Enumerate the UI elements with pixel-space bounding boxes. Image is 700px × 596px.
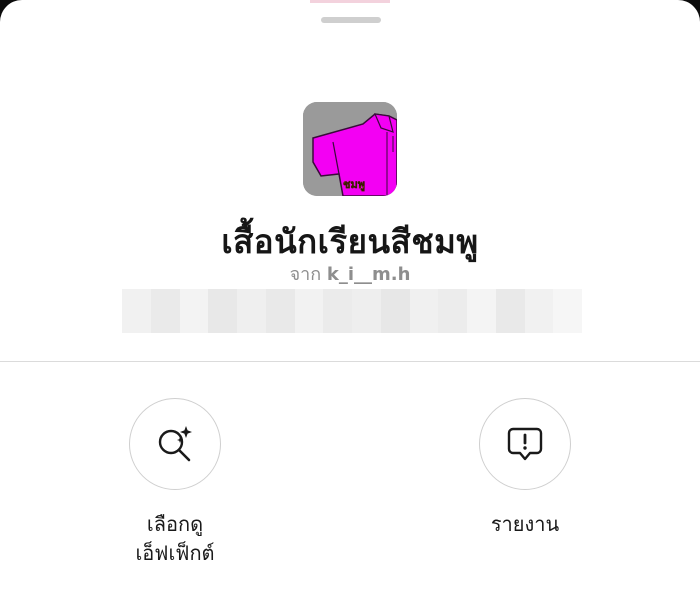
blurred-description <box>122 289 582 333</box>
browse-effects-button[interactable] <box>129 398 221 490</box>
report-speech-bubble-icon <box>507 427 543 461</box>
report-button[interactable] <box>479 398 571 490</box>
browse-effects-label: เลือกดู เอ็ฟเฟ็กต์ <box>135 512 215 565</box>
browse-effects-action[interactable]: เลือกดู เอ็ฟเฟ็กต์ <box>75 398 275 568</box>
section-divider <box>0 361 700 362</box>
creator-line: จาก k_i__m.h <box>0 259 700 288</box>
effect-bottom-sheet: ชมพู เสื้อนักเรียนสีชมพู จาก k_i__m.h เล… <box>0 0 700 596</box>
pink-shirt-image: ชมพู <box>303 102 397 196</box>
creator-prefix: จาก <box>289 264 322 285</box>
thumbnail-caption: ชมพู <box>343 178 365 192</box>
drag-handle[interactable] <box>321 17 381 23</box>
report-label: รายงาน <box>490 512 560 536</box>
search-sparkle-icon <box>158 426 192 462</box>
report-action[interactable]: รายงาน <box>425 398 625 539</box>
creator-username[interactable]: k_i__m.h <box>327 264 411 285</box>
effect-thumbnail: ชมพู <box>303 102 397 196</box>
background-peek <box>310 0 390 3</box>
